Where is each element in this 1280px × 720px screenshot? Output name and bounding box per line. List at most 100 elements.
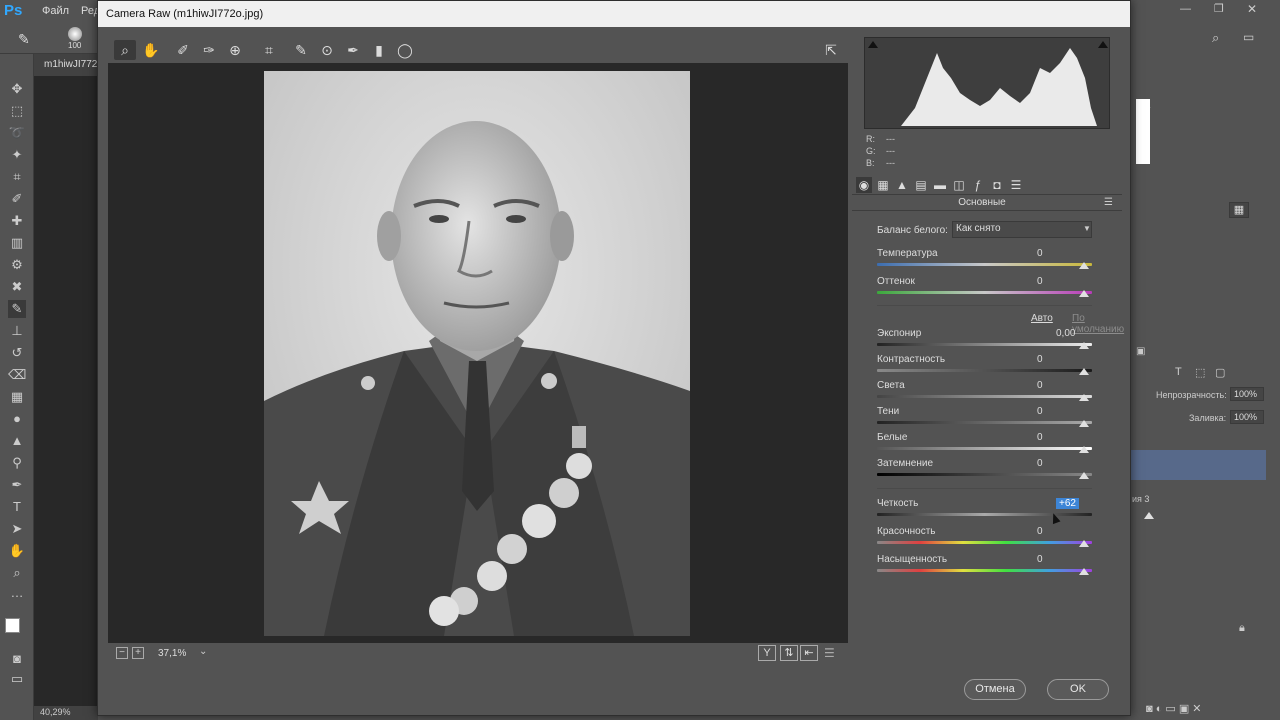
tab-detail-icon[interactable]: ▲ xyxy=(894,177,910,193)
healing-tool-icon[interactable]: ✚ xyxy=(8,212,26,230)
temperature-slider[interactable] xyxy=(877,263,1092,266)
transform-tool-icon[interactable]: ✖ xyxy=(8,278,26,296)
brush-tool-icon[interactable]: ✎ xyxy=(18,31,30,48)
fullscreen-toggle-icon[interactable]: ⇱ xyxy=(820,40,842,60)
saturation-value[interactable]: 0 xyxy=(1037,554,1092,565)
tab-camera-calibration-icon[interactable]: ◘ xyxy=(989,177,1005,193)
filter-shape-icon[interactable]: ⬚ xyxy=(1195,366,1205,379)
chevron-down-icon[interactable]: ▼ xyxy=(1083,224,1091,233)
lasso-tool-icon[interactable]: ➰ xyxy=(8,124,26,142)
quick-mask-icon[interactable]: ◙ xyxy=(8,650,26,668)
history-brush-icon[interactable]: ↺ xyxy=(8,344,26,362)
panel-menu-icon[interactable]: ☰ xyxy=(1104,197,1113,208)
tab-hsl-icon[interactable]: ▤ xyxy=(913,177,929,193)
layer-link-icon[interactable]: ◙ ◐ ▭ ▣ ✕ xyxy=(1146,702,1202,715)
vibrance-value[interactable]: 0 xyxy=(1037,526,1092,537)
tab-lens-corrections-icon[interactable]: ◫ xyxy=(951,177,967,193)
zoom-out-button[interactable]: − xyxy=(116,647,128,659)
swap-settings-icon[interactable]: ⇅ xyxy=(780,645,798,661)
eyedropper-tool-icon[interactable]: ✐ xyxy=(8,190,26,208)
document-tab[interactable]: m1hiwJI772 xyxy=(34,54,98,76)
vibrance-thumb[interactable] xyxy=(1079,540,1089,547)
clarity-thumb[interactable] xyxy=(1144,512,1154,519)
spot-removal-icon[interactable]: ✎ xyxy=(290,40,312,60)
selected-layer-row[interactable] xyxy=(1131,450,1266,480)
blacks-slider[interactable] xyxy=(877,473,1092,476)
blur-tool-icon[interactable]: ● xyxy=(8,410,26,428)
gradient-tool-icon[interactable]: ▦ xyxy=(8,388,26,406)
ok-button[interactable]: OK xyxy=(1047,679,1109,700)
exposure-slider[interactable] xyxy=(877,343,1092,346)
exposure-thumb[interactable] xyxy=(1079,342,1089,349)
opacity-input[interactable]: 100% xyxy=(1230,387,1264,401)
crop-icon[interactable]: ⌗ xyxy=(258,40,280,60)
adjustment-brush-icon[interactable]: ✒ xyxy=(342,40,364,60)
highlights-value[interactable]: 0 xyxy=(1037,380,1092,391)
search-icon[interactable]: ⌕ xyxy=(1212,30,1219,46)
radial-filter-icon[interactable]: ◯ xyxy=(394,40,416,60)
toggle-preview-icon[interactable]: ☰ xyxy=(824,646,835,660)
shadow-clipping-warning-icon[interactable] xyxy=(868,41,878,48)
grid-view-icon[interactable]: ▦ xyxy=(1229,202,1249,218)
white-balance-eyedropper-icon[interactable]: ✐ xyxy=(172,40,194,60)
crop-tool-icon[interactable]: ⌗ xyxy=(8,168,26,186)
zoom-tool-icon[interactable]: ⌕ xyxy=(8,564,26,582)
copy-settings-icon[interactable]: ⇤ xyxy=(800,645,818,661)
auto-link[interactable]: Авто xyxy=(1031,313,1053,324)
cancel-button[interactable]: Отмена xyxy=(964,679,1026,700)
whites-value[interactable]: 0 xyxy=(1037,432,1092,443)
dodge-tool-icon[interactable]: ⚲ xyxy=(8,454,26,472)
marquee-tool-icon[interactable]: ⬚ xyxy=(8,102,26,120)
sharpen-tool-icon[interactable]: ▲ xyxy=(8,432,26,450)
highlight-clipping-warning-icon[interactable] xyxy=(1098,41,1108,48)
minimize-icon[interactable]: — xyxy=(1180,3,1191,15)
vibrance-slider[interactable] xyxy=(877,541,1092,544)
workspace-icon[interactable]: ▭ xyxy=(1243,30,1254,44)
tab-presets-icon[interactable]: ☰ xyxy=(1008,177,1024,193)
filter-smart-icon[interactable]: ▢ xyxy=(1215,366,1225,379)
targeted-adjustment-icon[interactable]: ⊕ xyxy=(224,40,246,60)
zoom-in-button[interactable]: + xyxy=(132,647,144,659)
filter-text-icon[interactable]: T xyxy=(1175,366,1182,378)
close-icon[interactable]: ✕ xyxy=(1247,2,1257,16)
tab-tone-curve-icon[interactable]: ▦ xyxy=(875,177,891,193)
brush-preset-icon[interactable] xyxy=(68,27,82,41)
pen-tool-icon[interactable]: ✒ xyxy=(8,476,26,494)
content-aware-tool-icon[interactable]: ⚙ xyxy=(8,256,26,274)
stamp-tool-icon[interactable]: ⊥ xyxy=(8,322,26,340)
whites-slider[interactable] xyxy=(877,447,1092,450)
blacks-value[interactable]: 0 xyxy=(1037,458,1092,469)
exposure-value[interactable]: 0,00 xyxy=(1056,328,1111,339)
zoom-dropdown-icon[interactable]: ⌄ xyxy=(199,646,207,657)
graduated-filter-icon[interactable]: ▮ xyxy=(368,40,390,60)
image-preview[interactable] xyxy=(108,63,848,643)
more-tools-icon[interactable]: … xyxy=(8,584,26,602)
brush-tool-icon-side[interactable]: ✎ xyxy=(8,300,26,318)
patch-tool-icon[interactable]: ▥ xyxy=(8,234,26,252)
tint-thumb[interactable] xyxy=(1079,290,1089,297)
temperature-thumb[interactable] xyxy=(1079,262,1089,269)
shadows-value[interactable]: 0 xyxy=(1037,406,1092,417)
tab-effects-icon[interactable]: ƒ xyxy=(970,177,986,193)
blacks-thumb[interactable] xyxy=(1079,472,1089,479)
fill-input[interactable]: 100% xyxy=(1230,410,1264,424)
temperature-value[interactable]: 0 xyxy=(1037,248,1092,259)
contrast-value[interactable]: 0 xyxy=(1037,354,1092,365)
saturation-thumb[interactable] xyxy=(1079,568,1089,575)
layer-name-partial[interactable]: ия 3 xyxy=(1132,494,1149,504)
move-tool-icon[interactable]: ✥ xyxy=(8,80,26,98)
contrast-slider[interactable] xyxy=(877,369,1092,372)
tab-basic-icon[interactable]: ◉ xyxy=(856,177,872,193)
saturation-slider[interactable] xyxy=(877,569,1092,572)
shadows-slider[interactable] xyxy=(877,421,1092,424)
tint-slider[interactable] xyxy=(877,291,1092,294)
before-after-view-icon[interactable]: Y xyxy=(758,645,776,661)
eraser-tool-icon[interactable]: ⌫ xyxy=(8,366,26,384)
contrast-thumb[interactable] xyxy=(1079,368,1089,375)
magic-wand-tool-icon[interactable]: ✦ xyxy=(8,146,26,164)
clarity-value[interactable]: +62 xyxy=(1056,498,1079,509)
path-selection-icon[interactable]: ➤ xyxy=(8,520,26,538)
restore-icon[interactable]: ❐ xyxy=(1214,2,1224,15)
zoom-icon[interactable]: ⌕ xyxy=(114,40,136,60)
filter-kind-icon[interactable]: ▣ xyxy=(1136,346,1145,357)
